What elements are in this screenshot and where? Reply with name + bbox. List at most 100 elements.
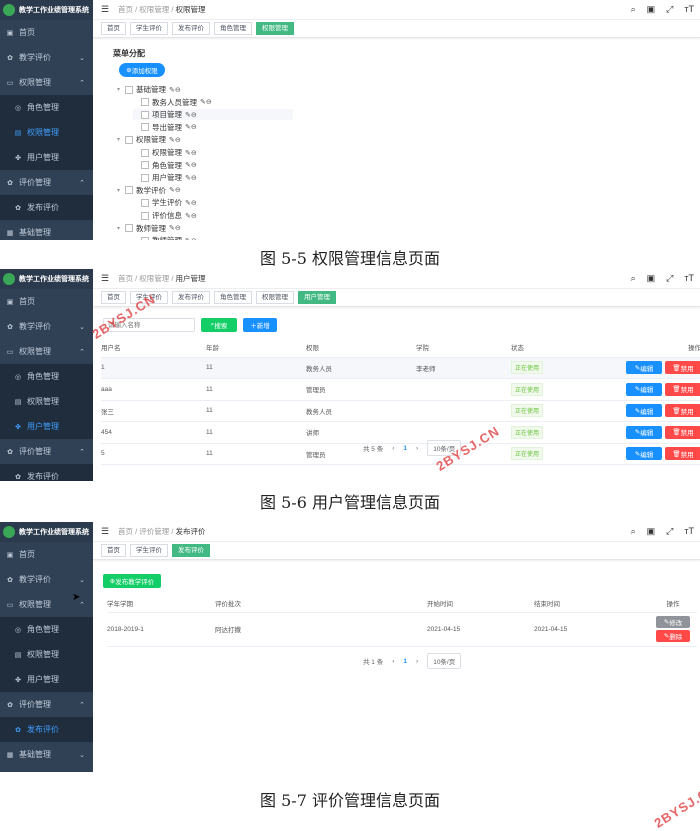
sidebar-item-perm[interactable]: ▤ 权限管理 — [0, 642, 93, 667]
screenshot-icon[interactable]: ▣ — [647, 273, 656, 284]
tag-home[interactable]: 首页 — [101, 544, 126, 557]
font-size-icon[interactable]: тT — [684, 4, 694, 15]
delete-button[interactable]: ✎ 删除 — [656, 630, 690, 642]
tag-home[interactable]: 首页 — [101, 291, 126, 304]
prev-page-icon[interactable]: ‹ — [392, 445, 394, 452]
tree-node[interactable]: ▾ 教学评价 ✎⊖ — [117, 185, 181, 196]
delete-icon[interactable]: ⊖ — [191, 213, 197, 220]
tree-node[interactable]: 用户管理 ✎⊖ — [133, 172, 197, 183]
tag-publish-eval[interactable]: 发布评价 — [172, 22, 210, 35]
sidebar-item-basic-mgmt[interactable]: ▦ 基础管理 ⌄ — [0, 742, 93, 767]
sidebar-item-publish-eval[interactable]: ✿ 发布评价 — [0, 717, 93, 742]
font-size-icon[interactable]: тT — [684, 273, 694, 284]
caret-down-icon[interactable]: ▾ — [117, 187, 125, 194]
page-size-select[interactable]: 10条/页 — [427, 653, 462, 669]
tree-node[interactable]: 教师管理✎⊖ — [133, 235, 197, 240]
sidebar-item-role-mgmt[interactable]: ◎ 角色管理 — [0, 617, 93, 642]
sidebar-item-perm-mgmt[interactable]: ▭ 权限管理 ⌃ — [0, 339, 93, 364]
delete-icon[interactable]: ⊖ — [175, 137, 181, 144]
sidebar-item-perm[interactable]: ▤ 权限管理 — [0, 389, 93, 414]
tree-node[interactable]: 权限管理 ✎⊖ — [133, 147, 197, 158]
tag-user-mgmt[interactable]: 用户管理 — [298, 291, 336, 304]
publish-eval-button[interactable]: ⊕ 发布教学评价 — [103, 574, 161, 588]
edit-button[interactable]: ✎ 编辑 — [626, 361, 662, 375]
disable-button[interactable]: 🗑 禁用 — [665, 404, 700, 418]
sidebar-item-user-mgmt[interactable]: ✤ 用户管理 — [0, 414, 93, 439]
sidebar-item-eval-mgmt[interactable]: ✿ 评价管理 ⌃ — [0, 170, 93, 195]
delete-icon[interactable]: ⊖ — [191, 162, 197, 169]
fullscreen-icon[interactable]: ⤢ — [666, 4, 673, 15]
delete-icon[interactable]: ⊖ — [191, 124, 197, 131]
sidebar-item-perm[interactable]: ▤ 权限管理 — [0, 120, 93, 145]
caret-down-icon[interactable]: ▾ — [117, 86, 125, 93]
tag-perm-mgmt[interactable]: 权限管理 — [256, 22, 294, 35]
sidebar-item-eval-mgmt[interactable]: ✿ 评价管理 ⌃ — [0, 692, 93, 717]
delete-icon[interactable]: ⊖ — [191, 150, 197, 157]
tree-checkbox[interactable] — [141, 123, 149, 132]
edit-button[interactable]: ✎ 编辑 — [626, 382, 662, 396]
prev-page-icon[interactable]: ‹ — [392, 658, 394, 665]
delete-icon[interactable]: ⊖ — [175, 225, 181, 232]
caret-down-icon[interactable]: ▾ — [117, 225, 125, 232]
sidebar-item-teaching-eval[interactable]: ✿ 教学评价 ⌄ — [0, 567, 93, 592]
tree-checkbox[interactable] — [141, 161, 149, 170]
modify-button[interactable]: ✎ 修改 — [656, 616, 690, 628]
search-icon[interactable]: ⌕ — [631, 4, 636, 15]
tag-student-eval[interactable]: 学生评价 — [130, 22, 168, 35]
tag-perm-mgmt[interactable]: 权限管理 — [256, 291, 294, 304]
table-row[interactable]: aaa 11 管理员 正在使用 ✎ 编辑 🗑 禁用 — [101, 379, 700, 400]
fullscreen-icon[interactable]: ⤢ — [666, 526, 673, 537]
disable-button[interactable]: 🗑 禁用 — [665, 361, 700, 375]
sidebar-item-teaching-eval[interactable]: ✿ 教学评价 ⌄ — [0, 314, 93, 339]
screenshot-icon[interactable]: ▣ — [647, 4, 656, 15]
tree-node[interactable]: ▾ 权限管理 ✎⊖ — [117, 134, 181, 145]
page-number[interactable]: 1 — [403, 658, 407, 665]
search-button[interactable]: ⌕ 搜索 — [201, 318, 237, 332]
table-row[interactable]: 2018-2019-1 阿达打撒 2021-04-15 2021-04-15 ✎ 修改 ✎… — [107, 612, 697, 646]
hamburger-icon[interactable]: ☰ — [101, 273, 110, 284]
tag-home[interactable]: 首页 — [101, 22, 126, 35]
hamburger-icon[interactable]: ☰ — [101, 526, 110, 537]
sidebar-item-publish-eval[interactable]: ✿ 发布评价 — [0, 464, 93, 481]
disable-button[interactable]: 🗑 禁用 — [665, 447, 700, 461]
tree-checkbox[interactable] — [141, 236, 149, 240]
tree-checkbox[interactable] — [141, 198, 149, 207]
screenshot-icon[interactable]: ▣ — [647, 526, 656, 537]
tree-checkbox[interactable] — [141, 110, 149, 119]
tree-checkbox[interactable] — [125, 135, 133, 144]
edit-button[interactable]: ✎ 编辑 — [626, 447, 662, 461]
tag-publish-eval[interactable]: 发布评价 — [172, 291, 210, 304]
tree-node[interactable]: 教务人员管理 ✎⊖ — [133, 97, 212, 108]
edit-button[interactable]: ✎ 编辑 — [626, 404, 662, 418]
next-page-icon[interactable]: › — [416, 658, 418, 665]
tree-checkbox[interactable] — [125, 224, 133, 233]
tree-node[interactable]: ▾ 教师管理 ✎⊖ — [117, 223, 181, 234]
search-icon[interactable]: ⌕ — [631, 526, 636, 537]
sidebar-item-basic-mgmt[interactable]: ▦ 基础管理 — [0, 220, 93, 240]
delete-icon[interactable]: ⊖ — [191, 112, 197, 119]
sidebar-item-home[interactable]: ▣ 首页 — [0, 20, 93, 45]
sidebar-item-home[interactable]: ▣ 首页 — [0, 289, 93, 314]
sidebar-item-role-mgmt[interactable]: ◎ 角色管理 — [0, 364, 93, 389]
tree-node[interactable]: 导出管理 ✎⊖ — [133, 122, 197, 133]
sidebar-item-eval-mgmt[interactable]: ✿ 评价管理 ⌃ — [0, 439, 93, 464]
tree-node[interactable]: 项目管理 ✎⊖ — [133, 109, 293, 121]
tree-checkbox[interactable] — [141, 173, 149, 182]
tree-checkbox[interactable] — [125, 186, 133, 195]
sidebar-item-teaching-eval[interactable]: ✿ 教学评价 ⌄ — [0, 45, 93, 70]
fullscreen-icon[interactable]: ⤢ — [666, 273, 673, 284]
add-permission-button[interactable]: ⊕ 添加权限 — [119, 63, 165, 77]
tree-checkbox[interactable] — [141, 211, 149, 220]
add-button[interactable]: ＋ 新增 — [243, 318, 277, 332]
tree-node[interactable]: 学生评价 ✎⊖ — [133, 197, 197, 208]
tree-node[interactable]: ▾ 基础管理 ✎⊖ — [117, 84, 181, 95]
delete-icon[interactable]: ⊖ — [191, 238, 197, 240]
tree-node[interactable]: 角色管理 ✎⊖ — [133, 160, 197, 171]
tree-checkbox[interactable] — [141, 98, 149, 107]
disable-button[interactable]: 🗑 禁用 — [665, 382, 700, 396]
table-row[interactable]: 1 11 教务人员 李老师 正在使用 ✎ 编辑 🗑 禁用 — [101, 357, 700, 379]
disable-button[interactable]: 🗑 禁用 — [665, 425, 700, 439]
tag-publish-eval[interactable]: 发布评价 — [172, 544, 210, 557]
tag-role-mgmt[interactable]: 角色管理 — [214, 22, 252, 35]
tree-node[interactable]: 评价信息 ✎⊖ — [133, 210, 197, 221]
